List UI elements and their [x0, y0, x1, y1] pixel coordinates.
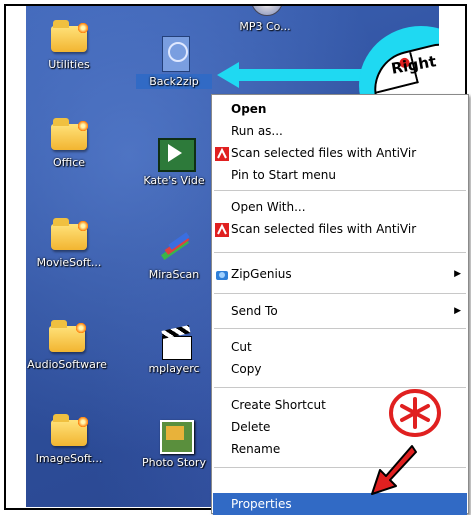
- cd-icon: [245, 6, 285, 16]
- menu-separator: [214, 467, 466, 468]
- desktop-icon-mplayerc[interactable]: mplayerc: [132, 324, 216, 375]
- desktop-icon-office[interactable]: Office: [26, 118, 112, 169]
- folder-icon: [49, 118, 89, 152]
- folder-icon: [49, 414, 89, 448]
- desktop-icon-mirascan[interactable]: MiraScan: [132, 230, 216, 281]
- desktop-icon-label: Utilities: [48, 58, 90, 71]
- desktop-icon-audiosoftware[interactable]: AudioSoftware: [26, 320, 110, 371]
- folder-icon: [49, 20, 89, 54]
- desktop-icon-label: MovieSoft...: [36, 256, 102, 269]
- desktop-icon-label: AudioSoftware: [27, 358, 107, 371]
- menu-item-cut[interactable]: Cut: [213, 336, 467, 358]
- photo-icon: [154, 418, 194, 454]
- menu-separator: [214, 328, 466, 329]
- zip-file-icon: [154, 36, 194, 72]
- submenu-arrow-icon: ▶: [454, 269, 461, 279]
- menu-item-rename[interactable]: Rename: [213, 438, 467, 460]
- menu-item-copy[interactable]: Copy: [213, 358, 467, 380]
- menu-item-open[interactable]: Open: [213, 98, 467, 120]
- menu-item-zipgenius[interactable]: ZipGenius ▶: [213, 263, 467, 285]
- menu-item-pin-to-start[interactable]: Pin to Start menu: [213, 164, 467, 186]
- video-icon: [154, 136, 196, 172]
- menu-separator: [214, 293, 466, 294]
- context-menu: Open Run as... Scan selected files with …: [211, 94, 469, 515]
- desktop-icon-label: Photo Story: [142, 456, 206, 469]
- desktop-icon-label: Kate's Vide: [143, 174, 205, 187]
- menu-item-run-as[interactable]: Run as...: [213, 120, 467, 142]
- desktop-icon-label: Back2zip: [136, 74, 212, 89]
- scanner-icon: [154, 230, 194, 264]
- clapper-icon: [154, 324, 194, 360]
- desktop-icon-photo-story[interactable]: Photo Story: [132, 418, 216, 469]
- menu-item-scan-antivir[interactable]: Scan selected files with AntiVir: [213, 142, 467, 164]
- desktop-icon-label: MP3 Co...: [239, 20, 291, 33]
- menu-separator: [214, 190, 466, 191]
- desktop-icon-moviesoft[interactable]: MovieSoft...: [26, 218, 112, 269]
- folder-icon: [47, 320, 87, 354]
- menu-separator: [214, 252, 466, 253]
- desktop-icon-kates-video[interactable]: Kate's Vide: [132, 136, 216, 187]
- menu-item-properties[interactable]: Properties: [213, 493, 467, 515]
- asterisk-burst-icon: [389, 389, 441, 437]
- desktop-icon-utilities[interactable]: Utilities: [26, 20, 112, 71]
- pointer-arrow-icon: [217, 62, 367, 88]
- menu-item-open-with[interactable]: Open With...: [213, 196, 467, 218]
- desktop-icon-imagesoft[interactable]: ImageSoft...: [26, 414, 112, 465]
- desktop-icon-mp3-converter[interactable]: MP3 Co...: [220, 6, 310, 33]
- desktop-icon-label: MiraScan: [148, 268, 200, 281]
- submenu-arrow-icon: ▶: [454, 306, 461, 316]
- folder-icon: [49, 218, 89, 252]
- desktop-icon-back2zip[interactable]: Back2zip: [136, 36, 212, 89]
- menu-item-scan-antivir[interactable]: Scan selected files with AntiVir: [213, 218, 467, 240]
- antivir-icon: [215, 222, 229, 237]
- zipgenius-icon: [215, 267, 229, 281]
- antivir-icon: [215, 146, 229, 161]
- red-arrow-icon: [371, 445, 417, 495]
- desktop-icon-label: ImageSoft...: [35, 452, 103, 465]
- menu-item-send-to[interactable]: Send To ▶: [213, 300, 467, 322]
- desktop-icon-label: Office: [52, 156, 86, 169]
- desktop-icon-label: mplayerc: [148, 362, 200, 375]
